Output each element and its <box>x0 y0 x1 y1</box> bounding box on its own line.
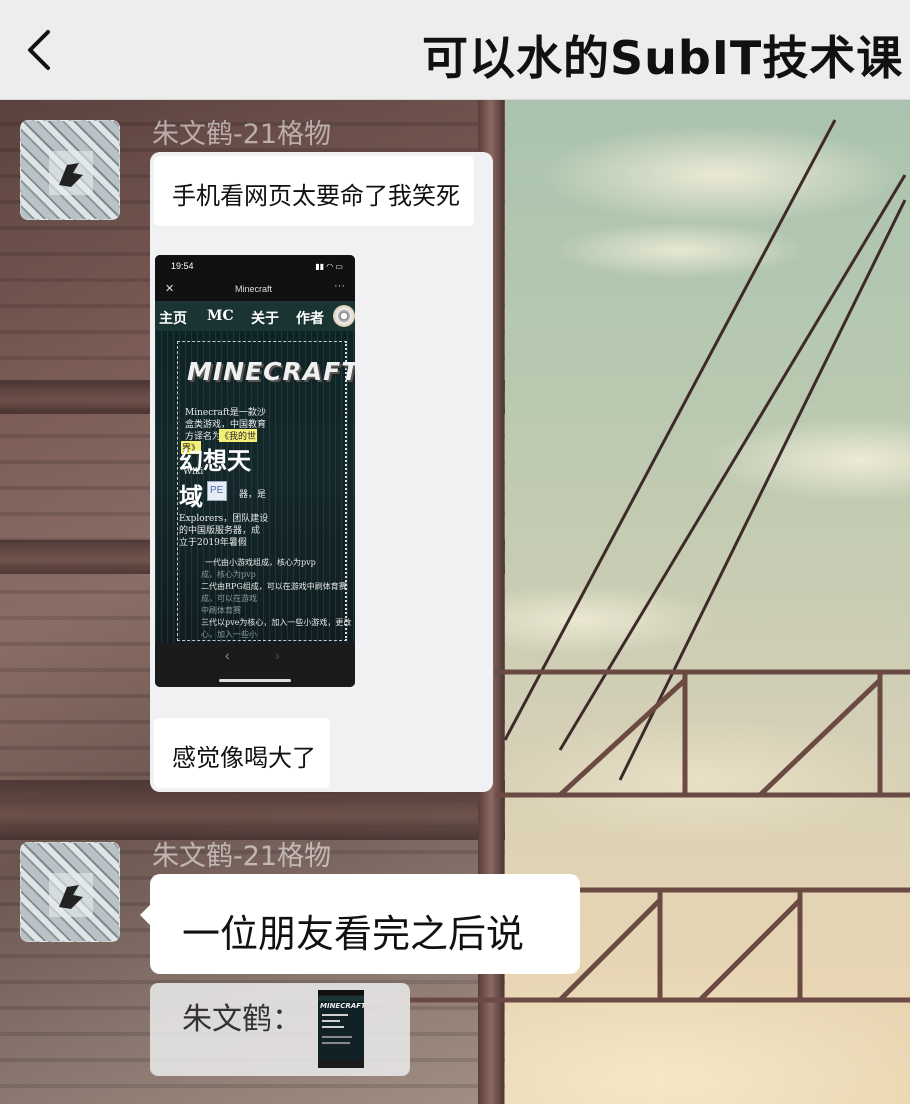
message-bubble[interactable]: 一位朋友看完之后说 <box>150 874 580 974</box>
pe-badge-icon: PE <box>207 481 227 501</box>
screenshot-line: 成，可以在游戏 <box>201 594 257 603</box>
screenshot-line: 二代由RPG组成，可以在游戏中刷体育赛 <box>201 582 347 591</box>
screenshot-image[interactable]: 19:54 ▮▮ ◠ ▭ ✕ Minecraft ··· 主页 MC 关于 作者… <box>155 255 355 687</box>
screenshot-body: MINECRAFT Minecraft是一款沙 盒类游戏，中国教育 方译名为 《… <box>155 331 355 643</box>
message-bubble[interactable]: 感觉像喝大了 <box>154 718 330 788</box>
screenshot-line: 器，是 <box>239 490 267 500</box>
chat-title: 可以水的SubIT技术课 2 <box>422 31 910 85</box>
screenshot-line: 三代以pve为核心，加入一些小游戏，更改 <box>201 618 352 627</box>
sender-name: 朱文鹤-21格物 <box>152 119 332 150</box>
screenshot-line: 心，加入一些小 <box>201 630 257 639</box>
mini-logo: MINECRAFT <box>320 1002 364 1010</box>
back-button[interactable] <box>18 20 70 80</box>
avatar[interactable] <box>20 120 120 220</box>
thumb-line <box>322 1014 348 1016</box>
thumb-line <box>322 1020 340 1022</box>
more-icon: ··· <box>334 280 345 292</box>
screenshot-line: 立于2019年暑假 <box>179 538 247 548</box>
thumb-line <box>322 1042 350 1044</box>
avatar[interactable] <box>20 842 120 942</box>
home-indicator <box>219 679 291 682</box>
screenshot-titlebar: ✕ Minecraft ··· <box>155 277 355 301</box>
chat-header: 可以水的SubIT技术课 2 <box>0 0 910 100</box>
nav-item: 作者 <box>296 311 324 327</box>
screenshot-status-bar: 19:54 ▮▮ ◠ ▭ <box>155 255 355 277</box>
sender-name: 朱文鹤-21格物 <box>152 841 332 872</box>
screenshot-page-title: Minecraft <box>235 284 273 294</box>
screenshot-line: Wiki <box>183 467 204 477</box>
status-time: 19:54 <box>171 261 194 271</box>
screenshot-heading: 域 <box>179 482 203 511</box>
nav-item: MC <box>207 308 234 324</box>
screenshot-line: 一代由小游戏组成，核心为pvp <box>205 558 316 567</box>
quote-thumbnail[interactable]: MINECRAFT <box>318 990 364 1068</box>
back-icon: ‹ <box>225 647 230 663</box>
quote-sender: 朱文鹤： <box>182 1002 302 1037</box>
screenshot-toolbar: ‹ › <box>155 643 355 687</box>
screenshot-nav: 主页 MC 关于 作者 <box>155 301 355 331</box>
minecraft-logo: MINECRAFT <box>187 357 355 386</box>
message-bubble[interactable]: 手机看网页太要命了我笑死 <box>154 156 474 226</box>
nav-item: 主页 <box>159 311 187 327</box>
signal-icon: ▮▮ ◠ ▭ <box>315 262 343 271</box>
thumb-line <box>322 1026 344 1028</box>
disc-icon <box>333 305 355 327</box>
forward-icon: › <box>275 647 280 663</box>
thumb-line <box>322 1036 352 1038</box>
chevron-left-icon <box>28 30 50 70</box>
close-icon: ✕ <box>165 283 175 295</box>
avatar-glyph-icon <box>49 873 93 917</box>
nav-item: 关于 <box>251 311 279 327</box>
screenshot-line: 成，核心为pvp <box>201 570 256 579</box>
screenshot-line: 中刷体育赛 <box>201 606 241 615</box>
avatar-glyph-icon <box>49 151 93 195</box>
